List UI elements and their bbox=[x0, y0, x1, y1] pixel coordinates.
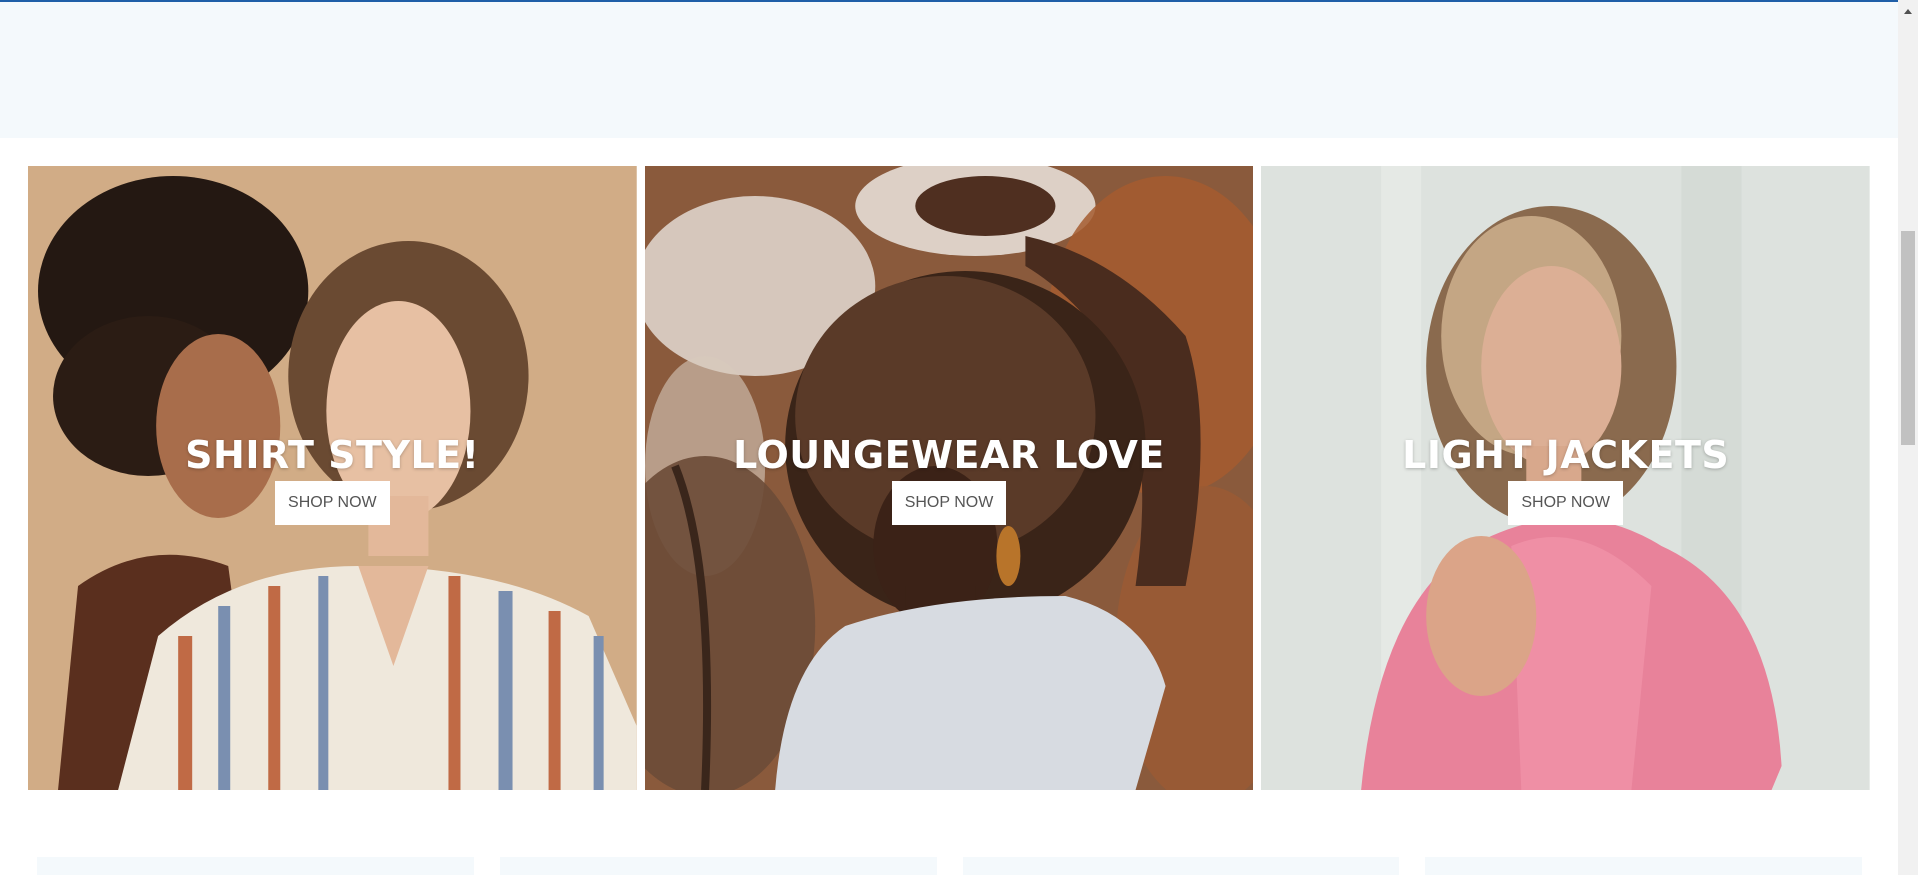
shop-now-button[interactable]: SHOP NOW bbox=[891, 481, 1007, 525]
promo-card-loungewear-love[interactable]: LOUNGEWEAR LOVE SHOP NOW bbox=[644, 166, 1254, 790]
page: SHIRT STYLE! SHOP NOW LOUNGEWEAR LOVE SH… bbox=[0, 0, 1918, 875]
promo-overlay: LIGHT JACKETS SHOP NOW bbox=[1261, 432, 1870, 525]
top-banner-area bbox=[0, 2, 1898, 138]
shop-now-button[interactable]: SHOP NOW bbox=[275, 481, 390, 525]
feature-tile bbox=[37, 857, 474, 875]
shop-now-button[interactable]: SHOP NOW bbox=[1508, 481, 1623, 525]
feature-tile bbox=[962, 857, 1400, 875]
promo-overlay: LOUNGEWEAR LOVE SHOP NOW bbox=[645, 432, 1254, 525]
promo-overlay: SHIRT STYLE! SHOP NOW bbox=[28, 432, 637, 525]
promo-title: SHIRT STYLE! bbox=[185, 433, 480, 477]
promo-title: LOUNGEWEAR LOVE bbox=[733, 433, 1165, 477]
next-section-tiles bbox=[37, 857, 1862, 875]
feature-tile bbox=[499, 857, 937, 875]
vertical-scrollbar[interactable] bbox=[1898, 0, 1918, 875]
scrollbar-thumb[interactable] bbox=[1901, 231, 1915, 445]
promo-banner-row: SHIRT STYLE! SHOP NOW LOUNGEWEAR LOVE SH… bbox=[28, 166, 1871, 790]
feature-tile bbox=[1425, 857, 1862, 875]
promo-card-light-jackets[interactable]: LIGHT JACKETS SHOP NOW bbox=[1261, 166, 1871, 790]
scroll-up-arrow-icon[interactable] bbox=[1904, 9, 1912, 14]
promo-title: LIGHT JACKETS bbox=[1402, 433, 1730, 477]
promo-card-shirt-style[interactable]: SHIRT STYLE! SHOP NOW bbox=[28, 166, 637, 790]
